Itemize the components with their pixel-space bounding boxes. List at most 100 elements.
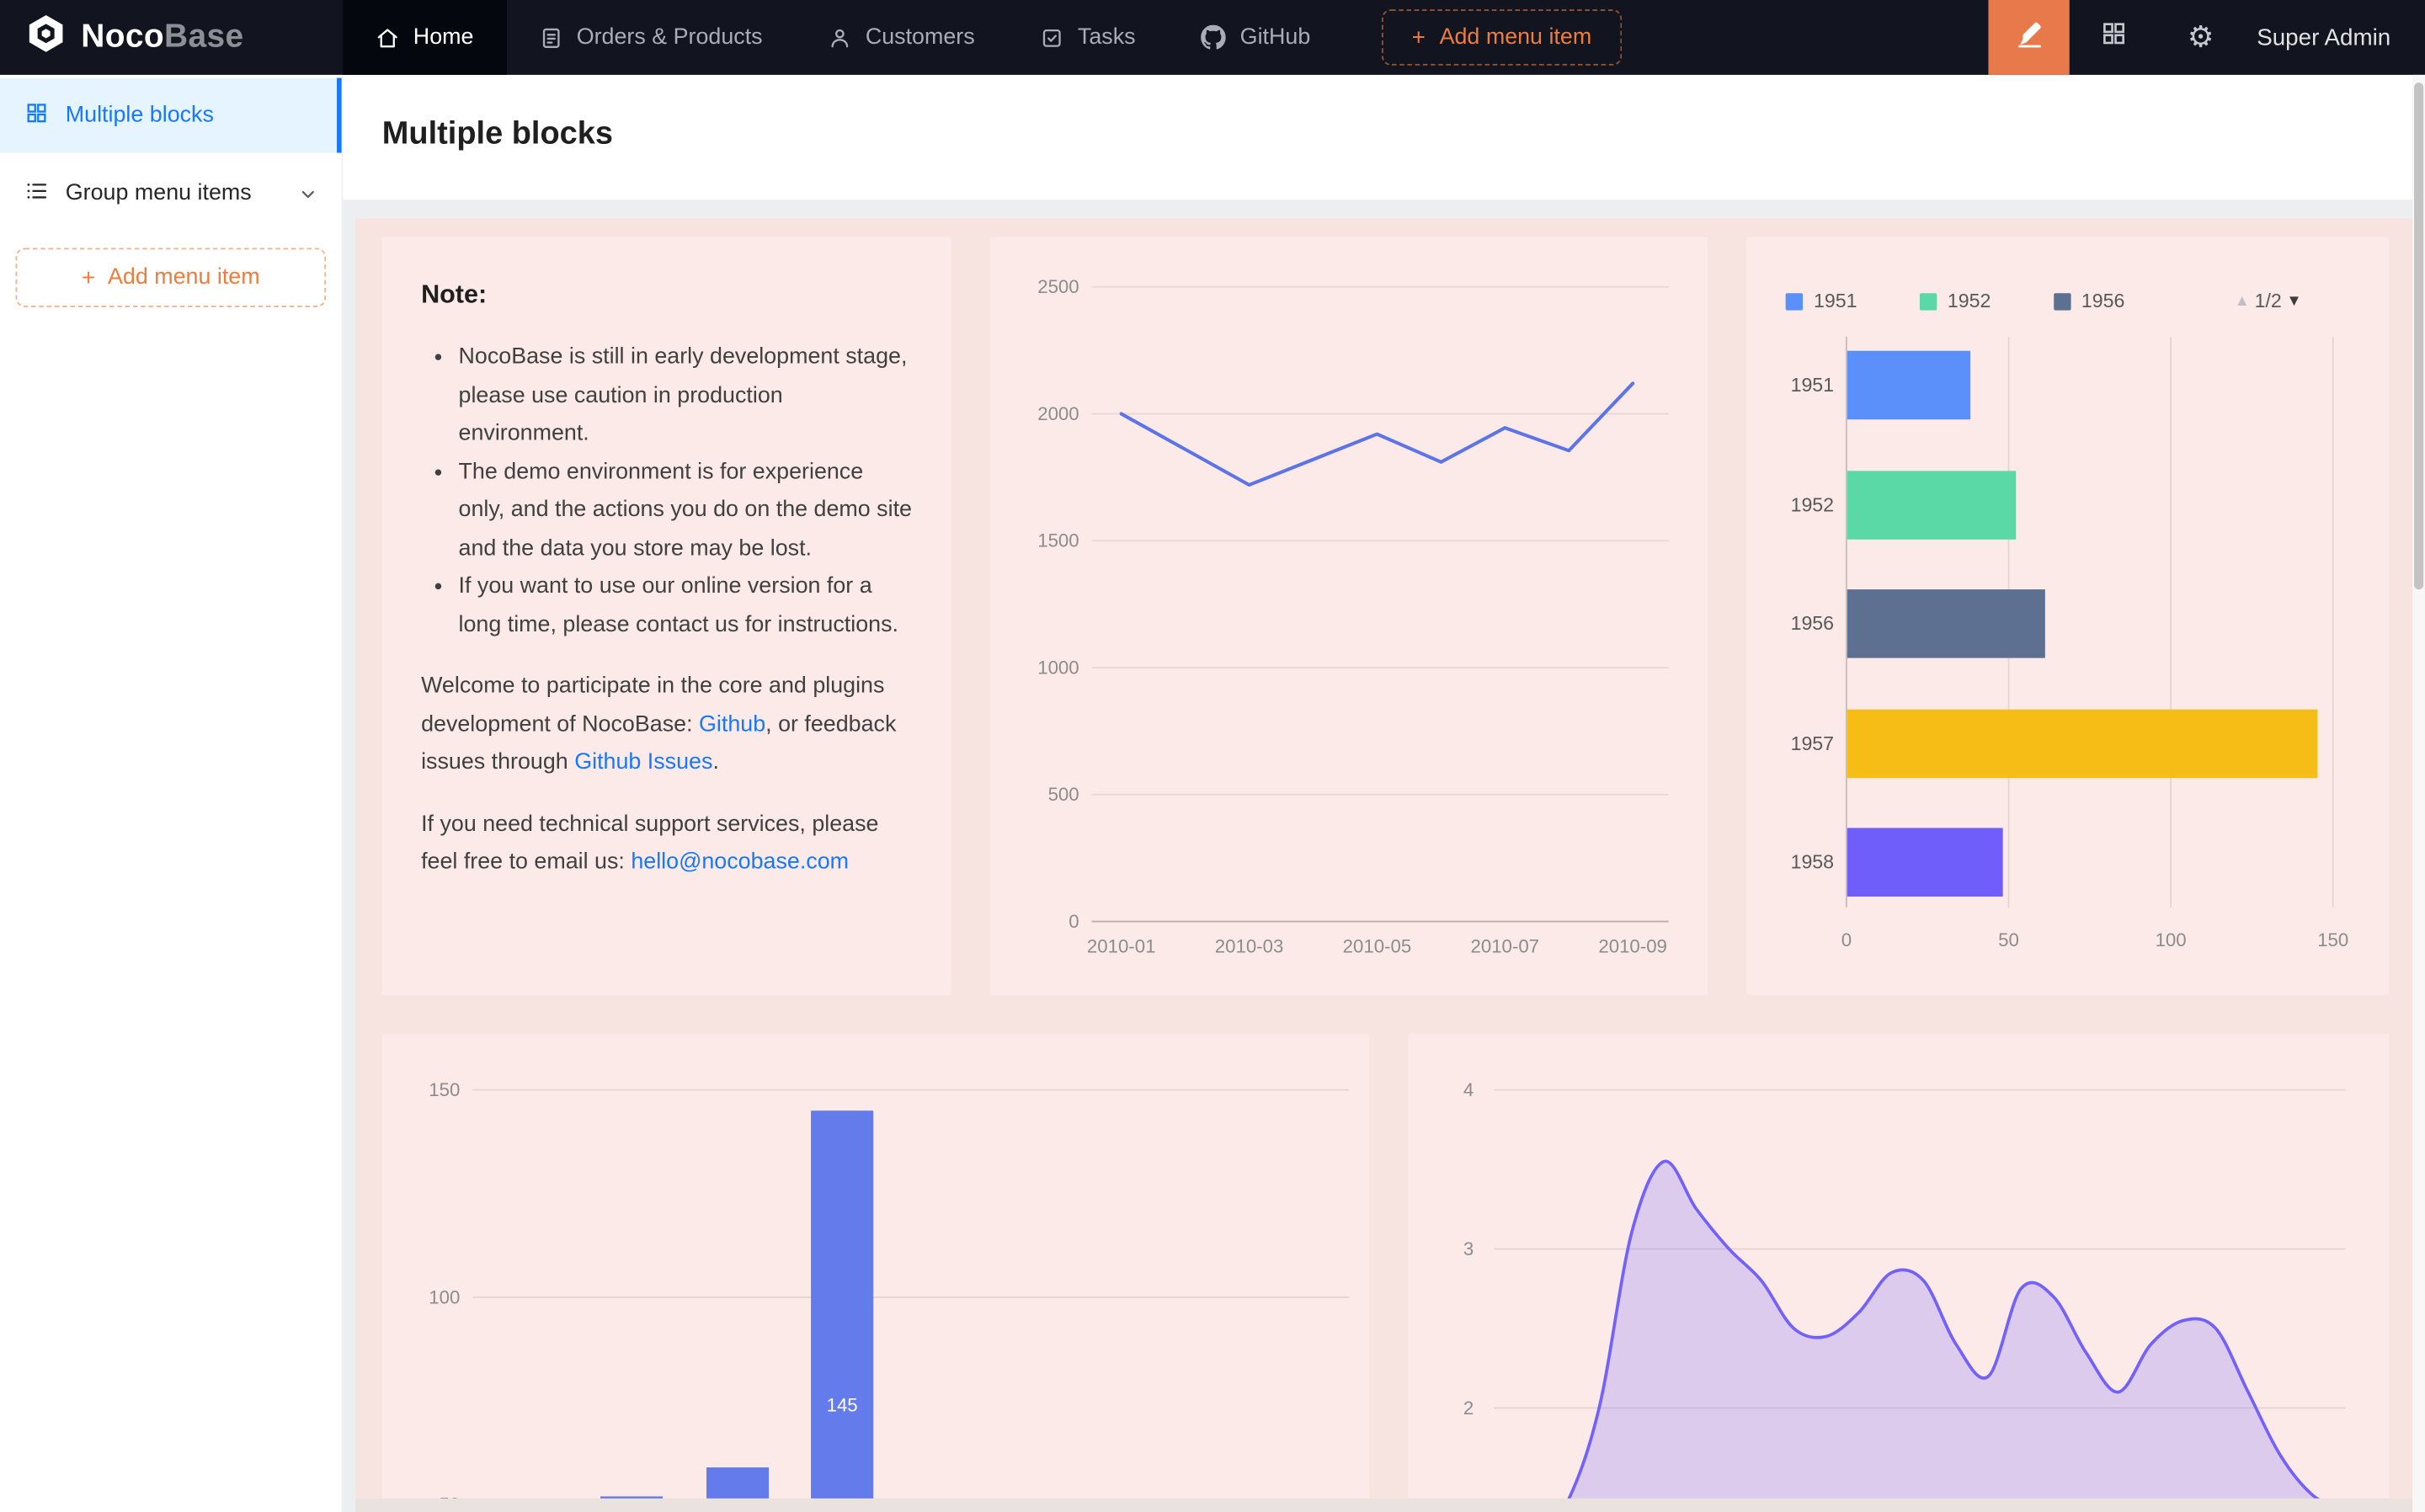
email-link[interactable]: hello@nocobase.com — [631, 849, 849, 875]
legend-label: 1952 — [1948, 290, 1991, 311]
svg-text:145: 145 — [827, 1394, 858, 1415]
sidebar-add-menu-item-button[interactable]: + Add menu item — [16, 248, 327, 306]
home-icon — [376, 26, 399, 50]
horizontal-bar-chart-block[interactable]: 1951 1952 1956 ▲ 1/2 ▼ — [1746, 237, 2389, 995]
svg-text:3: 3 — [1463, 1238, 1474, 1259]
legend-swatch — [2054, 292, 2071, 309]
github-issues-link[interactable]: Github Issues — [574, 750, 712, 775]
highlighter-icon — [2014, 19, 2044, 56]
legend-label: 1951 — [1814, 290, 1857, 311]
github-icon — [1201, 25, 1226, 51]
svg-text:2010-09: 2010-09 — [1598, 936, 1667, 957]
svg-text:1957: 1957 — [1791, 732, 1834, 754]
svg-text:1500: 1500 — [1037, 530, 1079, 551]
svg-text:1951: 1951 — [1791, 374, 1834, 396]
svg-text:0: 0 — [1841, 929, 1852, 950]
sidebar: Multiple blocks Group menu items + Add m… — [0, 75, 343, 1512]
area-chart-block[interactable]: 2 3 4 — [1408, 1034, 2389, 1512]
plus-icon: + — [1412, 26, 1426, 50]
svg-text:1952: 1952 — [1791, 493, 1834, 515]
svg-text:2: 2 — [1463, 1398, 1474, 1419]
nav-add-menu-item-label: Add menu item — [1440, 25, 1592, 51]
note-heading: Note: — [421, 280, 912, 310]
svg-text:2010-03: 2010-03 — [1215, 936, 1284, 957]
nav-item-github[interactable]: GitHub — [1168, 0, 1343, 75]
navbar-right-actions: ⚙ Super Admin — [1989, 0, 2425, 75]
github-link[interactable]: Github — [699, 711, 765, 737]
orders-icon — [539, 26, 562, 50]
blocks-grid-icon — [25, 100, 49, 130]
nav-item-label: Orders & Products — [577, 25, 763, 51]
note-paragraph-support: If you need technical support services, … — [421, 806, 912, 882]
bar-chart: 50100150145 — [382, 1034, 1369, 1512]
svg-text:4: 4 — [1463, 1079, 1474, 1100]
svg-text:100: 100 — [429, 1286, 460, 1307]
nocobase-logo-icon — [25, 13, 67, 62]
legend-label: 1956 — [2081, 290, 2125, 311]
legend-page-down-icon[interactable]: ▼ — [2286, 292, 2301, 309]
line-chart: 050010001500200025002010-012010-032010-0… — [990, 237, 1708, 995]
chevron-down-icon — [300, 184, 317, 201]
ui-editor-toggle-button[interactable] — [1989, 0, 2070, 75]
note-paragraph-contribute: Welcome to participate in the core and p… — [421, 668, 912, 782]
legend-swatch — [1786, 292, 1803, 309]
top-navbar: NocoBase Home Orders & Products Customer… — [0, 0, 2425, 75]
svg-text:150: 150 — [429, 1079, 460, 1100]
svg-text:500: 500 — [1048, 784, 1079, 805]
vertical-scrollbar[interactable] — [2412, 75, 2425, 1512]
sidebar-item-group-menu-items[interactable]: Group menu items — [0, 156, 342, 231]
nav-item-home[interactable]: Home — [343, 0, 506, 75]
brand-name: NocoBase — [81, 19, 243, 56]
legend-pager: ▲ 1/2 ▼ — [2235, 290, 2302, 311]
grid-icon — [2100, 20, 2126, 55]
plugins-grid-button[interactable] — [2070, 0, 2157, 75]
legend-page-up-icon[interactable]: ▲ — [2235, 292, 2250, 309]
nav-item-label: Tasks — [1078, 25, 1136, 51]
legend-item-1951[interactable]: 1951 — [1786, 290, 1857, 311]
markdown-note-block[interactable]: Note: NocoBase is still in early develop… — [382, 237, 951, 995]
note-bullet: The demo environment is for experience o… — [459, 453, 913, 567]
note-bullet: If you want to use our online version fo… — [459, 567, 913, 644]
vertical-scrollbar-thumb[interactable] — [2414, 83, 2423, 589]
svg-text:150: 150 — [2317, 929, 2348, 950]
nav-item-label: GitHub — [1240, 25, 1311, 51]
line-chart-block[interactable]: 050010001500200025002010-012010-032010-0… — [990, 237, 1708, 995]
horizontal-scrollbar[interactable] — [355, 1499, 2412, 1512]
svg-text:2000: 2000 — [1037, 403, 1079, 424]
brand[interactable]: NocoBase — [0, 0, 343, 75]
area-chart: 2 3 4 — [1408, 1034, 2389, 1512]
legend-item-1956[interactable]: 1956 — [2054, 290, 2125, 311]
nav-item-label: Customers — [866, 25, 975, 51]
nav-item-tasks[interactable]: Tasks — [1008, 0, 1169, 75]
list-icon — [25, 178, 49, 208]
horizontal-bar-chart: 05010015019511952195619571958 — [1746, 324, 2389, 994]
sidebar-item-label: Multiple blocks — [66, 103, 214, 128]
svg-text:100: 100 — [2156, 929, 2187, 950]
blocks-area: Note: NocoBase is still in early develop… — [355, 218, 2412, 1512]
settings-button[interactable]: ⚙ — [2157, 0, 2245, 75]
svg-text:0: 0 — [1069, 911, 1079, 932]
tasks-icon — [1040, 26, 1063, 50]
plus-icon: + — [82, 266, 95, 290]
svg-text:2010-07: 2010-07 — [1471, 936, 1540, 957]
svg-text:1956: 1956 — [1791, 612, 1834, 634]
bar-chart-block[interactable]: 50100150145 — [382, 1034, 1369, 1512]
nav-add-menu-item-button[interactable]: + Add menu item — [1382, 9, 1621, 66]
customers-icon — [828, 26, 851, 50]
user-menu[interactable]: Super Admin — [2244, 0, 2425, 75]
nav-item-orders-products[interactable]: Orders & Products — [506, 0, 795, 75]
svg-text:2010-05: 2010-05 — [1343, 936, 1412, 957]
page-header: Multiple blocks — [343, 75, 2412, 200]
note-bullet-list: NocoBase is still in early development s… — [459, 338, 913, 644]
sidebar-item-label: Group menu items — [66, 181, 252, 206]
legend-item-1952[interactable]: 1952 — [1920, 290, 1991, 311]
legend-page-indicator: 1/2 — [2255, 290, 2282, 311]
sidebar-item-multiple-blocks[interactable]: Multiple blocks — [0, 78, 342, 153]
legend-swatch — [1920, 292, 1937, 309]
main-content: Multiple blocks Note: NocoBase is still … — [343, 75, 2425, 1512]
nav-item-customers[interactable]: Customers — [795, 0, 1007, 75]
svg-text:2010-01: 2010-01 — [1087, 936, 1156, 957]
sidebar-add-menu-item-label: Add menu item — [108, 265, 260, 290]
page-title: Multiple blocks — [382, 115, 613, 152]
svg-text:1000: 1000 — [1037, 657, 1079, 678]
